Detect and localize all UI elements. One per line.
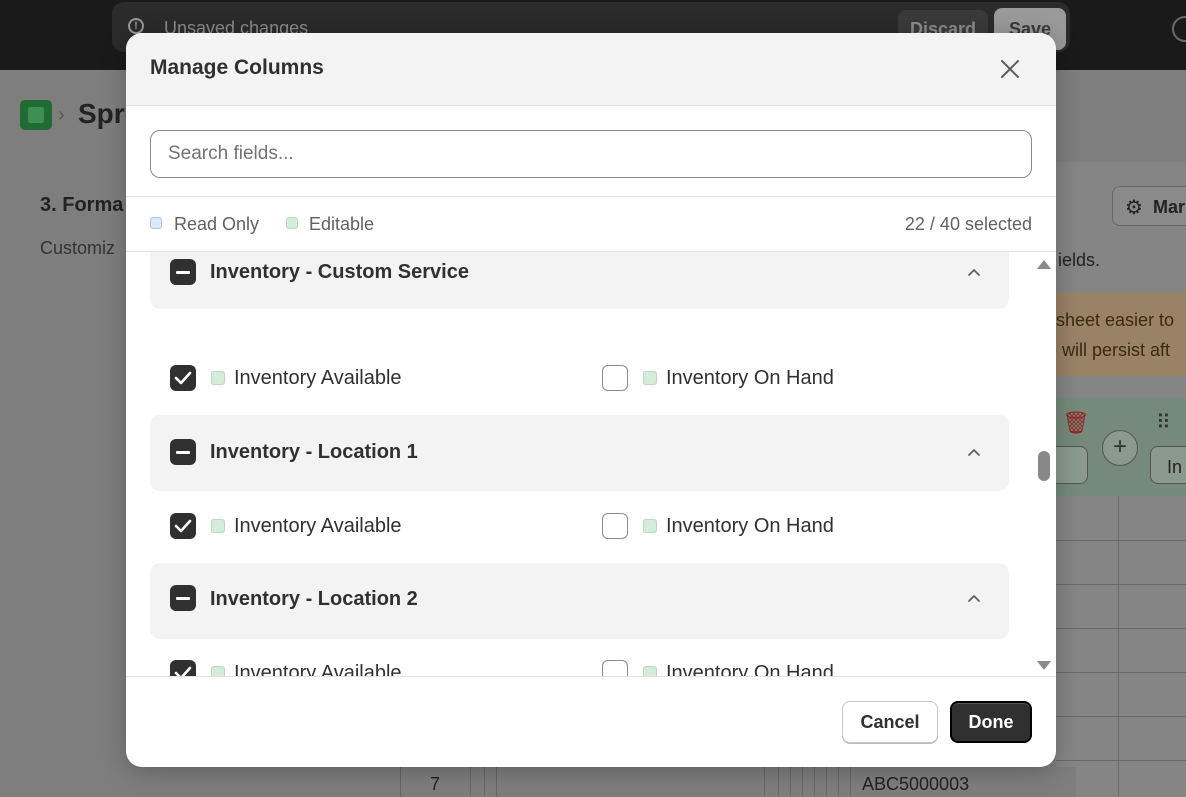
field-checkbox[interactable]: [602, 513, 628, 539]
editable-swatch: [286, 217, 298, 229]
cancel-button[interactable]: Cancel: [842, 701, 938, 743]
grid-line: [826, 767, 827, 797]
group-title: Inventory - Location 1: [210, 441, 418, 463]
chevron-up-icon[interactable]: [966, 264, 982, 280]
editable-indicator: [211, 519, 225, 533]
field-checkbox[interactable]: [602, 365, 628, 391]
add-column-button[interactable]: +: [1102, 430, 1138, 466]
user-avatar[interactable]: [1172, 16, 1186, 42]
grid-line: [1118, 496, 1119, 797]
group-title: Inventory - Location 2: [210, 588, 418, 610]
legend-editable: Editable: [309, 214, 375, 234]
grid-line: [778, 767, 779, 797]
editable-indicator: [643, 519, 657, 533]
section-subtitle: Customiz: [40, 238, 116, 258]
grid-line: [838, 767, 839, 797]
field-row: Inventory Available Inventory On Hand: [150, 358, 1009, 398]
field-checkbox[interactable]: [602, 660, 628, 676]
group-indeterminate-checkbox[interactable]: [170, 585, 196, 611]
drag-handle-icon[interactable]: ⠿: [1156, 410, 1171, 435]
group-indeterminate-checkbox[interactable]: [170, 439, 196, 465]
field-label: Inventory Available: [234, 515, 402, 537]
group-title: Inventory - Custom Service: [210, 261, 469, 283]
field-row: Inventory Available Inventory On Hand: [150, 506, 1009, 546]
field-label: Inventory Available: [234, 367, 402, 389]
field-checkbox[interactable]: [170, 365, 196, 391]
grid-line: [764, 767, 765, 797]
group-indeterminate-checkbox[interactable]: [170, 259, 196, 285]
gear-icon: ⚙: [1125, 197, 1143, 219]
checkmark-icon: [174, 666, 192, 676]
grid-line: [484, 767, 485, 797]
read-only-swatch: [150, 217, 162, 229]
editable-indicator: [211, 371, 225, 385]
editable-indicator: [643, 371, 657, 385]
table-cell[interactable]: ABC5000003: [862, 774, 969, 795]
field-checkbox[interactable]: [170, 660, 196, 676]
spreadsheet-app-icon: [20, 100, 52, 130]
close-icon: [1001, 60, 1019, 78]
editable-indicator: [643, 666, 657, 676]
editable-indicator: [211, 666, 225, 676]
grid-line: [1056, 760, 1186, 761]
checkmark-icon: [174, 519, 192, 533]
field-checkbox[interactable]: [170, 513, 196, 539]
grid-line: [814, 767, 815, 797]
grid-line: [1056, 628, 1186, 629]
breadcrumb-chevron-icon: ›: [58, 104, 65, 126]
grid-line: [470, 767, 471, 797]
grid-line: [1056, 716, 1186, 717]
banner-line-1: sheet easier to: [1056, 310, 1175, 330]
search-field: [150, 130, 1032, 178]
grid-line: [790, 767, 791, 797]
modal-title: Manage Columns: [150, 56, 324, 79]
field-label: Inventory On Hand: [666, 515, 834, 537]
group-header[interactable]: Inventory - Location 1: [150, 415, 1009, 491]
field-label: Inventory On Hand: [666, 662, 834, 676]
close-button[interactable]: [994, 53, 1026, 85]
grid-line: [1056, 540, 1186, 541]
checkmark-icon: [174, 371, 192, 385]
field-label: Inventory On Hand: [666, 367, 834, 389]
chevron-up-icon[interactable]: [966, 444, 982, 460]
grid-line: [400, 767, 401, 797]
divider: [126, 196, 1056, 197]
chevron-up-icon[interactable]: [966, 590, 982, 606]
column-pill-next[interactable]: In: [1150, 446, 1186, 484]
table-row-number: 7: [430, 774, 441, 794]
manage-columns-modal: Manage Columns Read Only Editable 22 / 4…: [126, 33, 1056, 767]
divider: [126, 676, 1056, 677]
search-input[interactable]: [151, 131, 1031, 177]
grid-line: [802, 767, 803, 797]
manage-button-label: Mar: [1153, 197, 1186, 217]
field-label: Inventory Available: [234, 662, 402, 676]
grid-line: [1056, 672, 1186, 673]
grid-line: [850, 767, 851, 797]
background-table-row: [376, 767, 1076, 797]
group-header[interactable]: Inventory - Custom Service: [150, 252, 1009, 309]
section-title: 3. Forma: [40, 194, 124, 216]
banner-line-2: will persist aft: [1062, 340, 1171, 360]
trash-icon[interactable]: 🗑: [1062, 410, 1090, 436]
field-row: Inventory Available Inventory On Hand: [150, 653, 1009, 676]
scroll-up-arrow-icon[interactable]: [1037, 260, 1051, 269]
grid-line: [1056, 584, 1186, 585]
modal-header: Manage Columns: [126, 33, 1056, 106]
scroll-down-arrow-icon[interactable]: [1037, 661, 1051, 670]
legend-read-only: Read Only: [174, 214, 260, 234]
group-header[interactable]: Inventory - Location 2: [150, 563, 1009, 639]
alert-circle-icon: !: [128, 18, 144, 34]
done-button[interactable]: Done: [950, 701, 1032, 743]
field-list: Inventory - Custom Service Inventory Ava…: [126, 252, 1056, 676]
warning-banner: sheet easier to will persist aft: [1056, 292, 1186, 376]
manage-columns-background-button[interactable]: ⚙ Mar: [1112, 186, 1186, 226]
fields-description-text: ields.: [1058, 250, 1101, 270]
scrollbar-thumb[interactable]: [1038, 451, 1050, 481]
selected-count: 22 / 40 selected: [904, 214, 1032, 234]
grid-line: [496, 767, 497, 797]
